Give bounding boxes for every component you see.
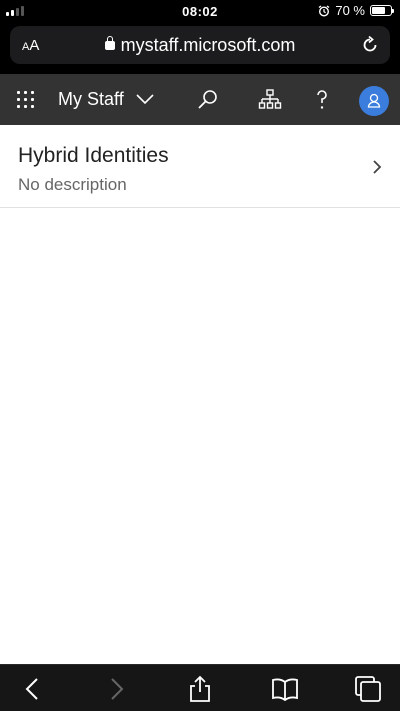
- url-display[interactable]: mystaff.microsoft.com: [10, 35, 390, 56]
- alarm-icon: [318, 4, 330, 17]
- domain-text: mystaff.microsoft.com: [120, 35, 296, 55]
- chevron-right-icon: [373, 160, 382, 174]
- back-arrow-icon[interactable]: [19, 675, 47, 703]
- battery-fill: [372, 7, 385, 14]
- tabs-icon[interactable]: [354, 675, 382, 703]
- forward-arrow-icon[interactable]: [102, 675, 130, 703]
- list-item[interactable]: Hybrid Identities No description: [0, 125, 400, 208]
- org-chart-icon[interactable]: [258, 88, 282, 112]
- reload-icon[interactable]: [360, 35, 380, 55]
- status-bar: 08:02 70 %: [0, 0, 400, 22]
- battery-percent: 70 %: [335, 3, 365, 18]
- browser-url-area: AA mystaff.microsoft.com: [0, 22, 400, 74]
- app-launcher-icon[interactable]: [17, 91, 34, 108]
- list-item-title: Hybrid Identities: [18, 144, 169, 167]
- share-icon[interactable]: [186, 675, 214, 703]
- list-item-description: No description: [18, 175, 127, 194]
- book-icon[interactable]: [271, 675, 299, 703]
- app-header: My Staff: [0, 74, 400, 125]
- avatar[interactable]: [359, 86, 389, 116]
- address-bar[interactable]: AA mystaff.microsoft.com: [10, 26, 390, 64]
- battery-icon: [370, 5, 394, 16]
- person-icon: [367, 93, 381, 108]
- status-right: 70 %: [318, 3, 394, 18]
- lock-icon: [104, 36, 115, 50]
- chevron-down-icon[interactable]: [136, 92, 154, 106]
- search-icon[interactable]: [196, 88, 220, 112]
- browser-toolbar: [0, 664, 400, 711]
- help-icon[interactable]: [310, 88, 334, 112]
- app-title[interactable]: My Staff: [58, 89, 124, 110]
